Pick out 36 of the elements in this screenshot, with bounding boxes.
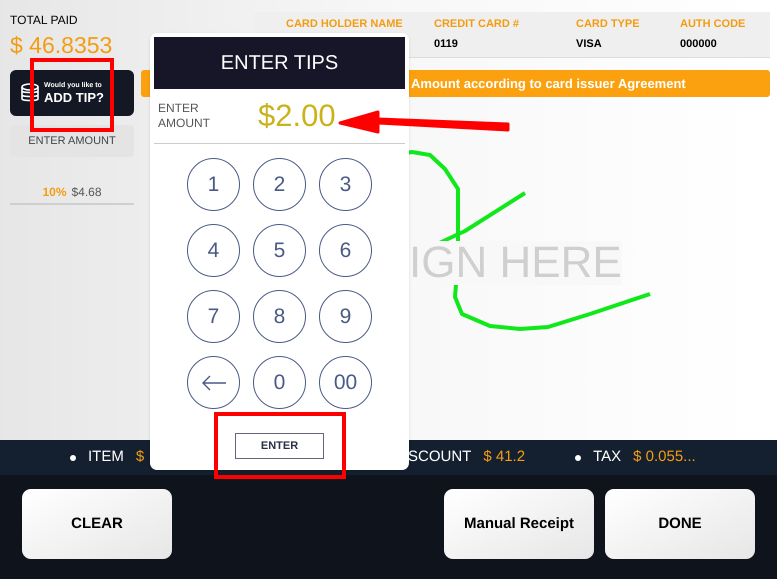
card-info-label: CARD TYPE <box>576 17 641 32</box>
card-info-value: VISA <box>576 36 603 52</box>
action-button[interactable]: CLEAR <box>22 489 172 559</box>
summary-label: SCOUNT <box>408 447 472 468</box>
summary-label: TAX <box>593 447 622 468</box>
back-arrow-icon <box>200 374 226 390</box>
keypad-key[interactable] <box>187 356 240 409</box>
amount-label: ENTER AMOUNT <box>158 101 211 131</box>
enter-button[interactable]: ENTER <box>235 433 324 459</box>
keypad-key[interactable]: 6 <box>319 224 372 277</box>
card-info-label: AUTH CODE <box>680 17 746 32</box>
keypad-key[interactable]: 0 <box>253 356 306 409</box>
summary-label: ITEM <box>88 447 124 468</box>
keypad-key[interactable]: 5 <box>253 224 306 277</box>
summary-value: $ <box>136 447 144 468</box>
action-button[interactable]: Manual Receipt <box>444 489 594 559</box>
card-info-label: CARD HOLDER NAME <box>286 17 404 32</box>
tip-amount: $2.00 <box>258 96 336 135</box>
keypad-key[interactable]: 9 <box>319 290 372 343</box>
card-info-value: 000000 <box>680 36 718 52</box>
card-info-value: 0119 <box>434 36 459 52</box>
action-button[interactable]: DONE <box>605 489 755 559</box>
coins-icon <box>19 82 41 104</box>
tip-option[interactable]: 10% $4.68 <box>10 183 134 205</box>
summary-value: $ 41.2 <box>483 447 526 468</box>
card-info-label: CREDIT CARD # <box>434 17 520 32</box>
keypad-key[interactable]: 2 <box>253 158 306 211</box>
keypad-key[interactable]: 4 <box>187 224 240 277</box>
keypad-key[interactable]: 3 <box>319 158 372 211</box>
summary-value: $ 0.055... <box>633 447 696 468</box>
keypad-key[interactable]: 8 <box>253 290 306 343</box>
keypad-key[interactable]: 7 <box>187 290 240 343</box>
keypad-key[interactable]: 1 <box>187 158 240 211</box>
total-paid-label: TOTAL PAID <box>10 14 79 26</box>
keypad-key[interactable]: 00 <box>319 356 372 409</box>
total-paid-amount: $ 46.8353 <box>10 34 114 57</box>
